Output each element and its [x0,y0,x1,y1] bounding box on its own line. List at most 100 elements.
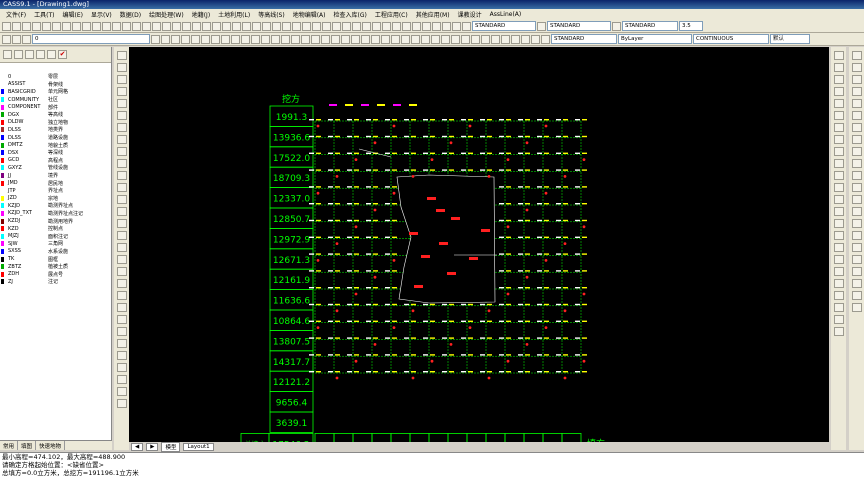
layer-previous-icon[interactable] [161,34,170,44]
zoom-realtime-icon[interactable] [122,21,131,31]
fillet-icon[interactable] [332,21,341,31]
properties-icon[interactable] [152,21,161,31]
layer-row[interactable]: COMMUNITY 社区 [0,96,111,104]
menu-item[interactable]: 工具(T) [30,10,58,19]
layer-properties-icon[interactable] [2,34,11,44]
draw-tool-icon[interactable] [116,339,127,348]
freeze-icon[interactable] [181,34,190,44]
draw-tool-icon[interactable] [116,363,127,372]
cass-tool-icon[interactable] [851,135,862,144]
polyline-icon[interactable] [202,21,211,31]
zoom-all-icon[interactable] [351,34,360,44]
cass-tool-icon[interactable] [851,75,862,84]
layer-select[interactable]: 0 [32,34,150,44]
redraw-icon[interactable] [321,34,330,44]
modify-tool-icon[interactable] [833,291,844,300]
menu-item[interactable]: AssLine(A) [486,11,526,18]
menu-item[interactable]: 绘图处理(W) [145,10,188,19]
modify-tool-icon[interactable] [833,183,844,192]
layer-row[interactable]: ZDH 展点号 [0,270,111,278]
paste-icon[interactable] [72,21,81,31]
draw-tool-icon[interactable] [116,123,127,132]
menu-item[interactable]: 地物编辑(A) [289,10,330,19]
arc-icon[interactable] [222,21,231,31]
draw-tool-icon[interactable] [116,399,127,408]
block-icon[interactable] [272,21,281,31]
draw-tool-icon[interactable] [116,327,127,336]
modify-tool-icon[interactable] [833,111,844,120]
menu-item[interactable]: 工程应用(C) [371,10,412,19]
layer-row[interactable]: KZDJ 勘测用地界 [0,217,111,225]
layer-row[interactable]: COMPONENT 部件 [0,103,111,111]
draw-tool-icon[interactable] [116,147,127,156]
copy-icon[interactable] [62,21,71,31]
layer-row[interactable]: ZJ 注记 [0,278,111,286]
scale-icon[interactable] [382,21,391,31]
drawing-canvas[interactable]: 挖方 1991.3 13936.6 17522.0 18709.3 12337.0 1285… [129,47,829,442]
draw-tool-icon[interactable] [116,171,127,180]
layer-row[interactable]: KZJD 勘测界址点 [0,202,111,210]
layer-row[interactable]: DMTZ 地貌土质 [0,141,111,149]
erase-icon[interactable] [422,21,431,31]
zoom-out-icon[interactable] [371,34,380,44]
menu-item[interactable]: 编辑(E) [59,10,87,19]
text-icon[interactable] [252,21,261,31]
draw-tool-icon[interactable] [116,303,127,312]
layer-row[interactable]: SJW 三角网 [0,240,111,248]
cass-tool-icon[interactable] [851,123,862,132]
3d-orbit-icon[interactable] [381,34,390,44]
layer-row[interactable]: DGX 等高线 [0,111,111,119]
cass-tool-icon[interactable] [851,171,862,180]
save-icon[interactable] [22,21,31,31]
draw-tool-icon[interactable] [116,219,127,228]
layer-row[interactable]: DSX 等深线 [0,149,111,157]
shade-icon[interactable] [461,34,470,44]
layer-delete-icon[interactable] [47,50,56,59]
layer-state-icon[interactable] [12,34,21,44]
insert-icon[interactable] [282,21,291,31]
modify-tool-icon[interactable] [833,207,844,216]
layer-new-icon[interactable] [36,50,45,59]
layer-row[interactable]: ZBTZ 植被土质 [0,263,111,271]
command-line[interactable]: 最小高程=474.102，最大高程=488.900 请确定方格起始位置：<缺省位… [0,452,864,486]
circle-icon[interactable] [212,21,221,31]
hatch-icon[interactable] [242,21,251,31]
layer-row[interactable]: GCD 高程点 [0,157,111,165]
refresh-icon[interactable] [3,50,12,59]
cut-icon[interactable] [52,21,61,31]
cass-tool-icon[interactable] [851,63,862,72]
rectangle-icon[interactable] [232,21,241,31]
menu-item[interactable]: 土地利用(L) [214,10,254,19]
offset-icon[interactable] [302,21,311,31]
tab-layout1[interactable]: Layout1 [183,442,214,451]
layer-manager-icon[interactable] [262,21,271,31]
lweight-icon[interactable] [261,34,270,44]
light-icon[interactable] [491,34,500,44]
modify-tool-icon[interactable] [833,51,844,60]
menu-item[interactable]: 地籍(J) [188,10,214,19]
break-icon[interactable] [442,21,451,31]
modify-tool-icon[interactable] [833,135,844,144]
layer-row[interactable]: DLSS 地类界 [0,126,111,134]
scroll-left-icon[interactable]: ◀ [131,442,144,451]
linetype-select[interactable]: CONTINUOUS [693,34,769,44]
zoom-window-icon[interactable] [132,21,141,31]
modify-tool-icon[interactable] [833,267,844,276]
panel-tab[interactable]: 填图 [18,441,37,450]
layer-row[interactable]: JTP 界址点 [0,187,111,195]
ortho-icon[interactable] [231,34,240,44]
cass-tool-icon[interactable] [851,255,862,264]
move-icon[interactable] [362,21,371,31]
modify-tool-icon[interactable] [833,279,844,288]
print-icon[interactable] [32,21,41,31]
draw-tool-icon[interactable] [116,111,127,120]
draw-line-icon[interactable] [192,21,201,31]
table-style-select[interactable]: STANDARD [622,21,678,31]
cass-tool-icon[interactable] [851,291,862,300]
hide-icon[interactable] [471,34,480,44]
cass-tool-icon[interactable] [851,147,862,156]
layer-row[interactable]: GXYZ 管线设施 [0,164,111,172]
layer-row[interactable]: JMD 居民地 [0,179,111,187]
cass-tool-icon[interactable] [851,279,862,288]
layer-row[interactable]: TK 图框 [0,255,111,263]
